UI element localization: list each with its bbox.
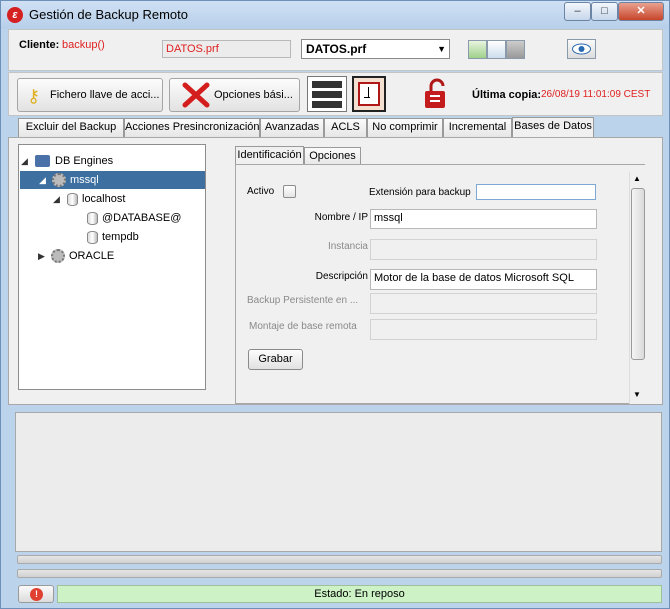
- tree-node-oracle[interactable]: ▶ ORACLE: [38, 247, 178, 265]
- profile-select[interactable]: DATOS.prf ▼: [301, 39, 450, 59]
- databases-panel: ◢ DB Engines ◢ mssql ◢ localhost @DATABA…: [8, 137, 663, 405]
- engine-gear-icon: [51, 249, 65, 264]
- tab-acciones[interactable]: Acciones Presincronización: [124, 118, 260, 137]
- basic-options-label: Opciones bási...: [214, 89, 293, 101]
- tree-node-localhost[interactable]: ◢ localhost: [53, 190, 193, 208]
- name-ip-input[interactable]: mssql: [370, 209, 597, 229]
- tree-node-root[interactable]: ◢ DB Engines: [21, 152, 201, 170]
- expand-down-icon: ◢: [53, 194, 60, 204]
- expand-down-icon: ◢: [39, 175, 46, 185]
- last-copy-label: Última copia:: [472, 89, 542, 101]
- tab-bases-de-datos[interactable]: Bases de Datos: [512, 117, 594, 137]
- key-file-button[interactable]: ⚷ Fichero llave de acci...: [17, 78, 163, 112]
- key-file-label: Fichero llave de acci...: [50, 89, 160, 101]
- chevron-down-icon: ▼: [437, 44, 446, 54]
- client-name: backup(): [62, 39, 105, 51]
- basic-options-button[interactable]: Opciones bási...: [169, 78, 300, 112]
- client-label: Cliente:: [19, 39, 60, 51]
- db-engine-tree[interactable]: ◢ DB Engines ◢ mssql ◢ localhost @DATABA…: [18, 144, 206, 390]
- remote-mount-input[interactable]: [370, 319, 597, 340]
- scrollbar-thumb[interactable]: [631, 188, 645, 360]
- title-bar[interactable]: ε Gestión de Backup Remoto – □ ✕: [1, 1, 669, 29]
- close-button[interactable]: ✕: [618, 2, 664, 21]
- tab-incremental[interactable]: Incremental: [443, 118, 512, 137]
- tree-node-mssql[interactable]: ◢ mssql: [20, 171, 205, 189]
- identification-form: Activo Extensión para backup Nombre / IP…: [235, 164, 645, 404]
- profile-select-value: DATOS.prf: [306, 42, 367, 56]
- name-ip-label: Nombre / IP: [314, 212, 368, 223]
- key-icon: ⚷: [27, 86, 41, 106]
- tab-avanzadas[interactable]: Avanzadas: [260, 118, 324, 137]
- check-file-icon[interactable]: [468, 40, 487, 59]
- tree-db1-label: @DATABASE@: [102, 212, 182, 224]
- backup-ext-input[interactable]: [476, 184, 596, 200]
- status-bar: Estado: En reposo: [57, 585, 662, 603]
- persistent-label: Backup Persistente en ...: [247, 295, 359, 306]
- minimize-button[interactable]: –: [564, 2, 591, 21]
- main-tabs: Excluir del Backup Acciones Presincroniz…: [8, 117, 663, 137]
- server-rack-icon[interactable]: [307, 76, 347, 112]
- expand-right-icon: ▶: [38, 251, 45, 261]
- stop-button[interactable]: !: [18, 585, 54, 603]
- tab-acls[interactable]: ACLS: [324, 118, 367, 137]
- tools-icon: [182, 82, 210, 108]
- window-title: Gestión de Backup Remoto: [29, 7, 188, 22]
- remote-mount-label: Montaje de base remota: [249, 321, 357, 332]
- scroll-down-icon[interactable]: ▼: [633, 390, 641, 399]
- backup-ext-label: Extensión para backup: [369, 187, 471, 198]
- app-logo-icon: ε: [7, 7, 23, 23]
- database-icon: [87, 230, 98, 244]
- active-checkbox[interactable]: [283, 185, 296, 198]
- description-input[interactable]: Motor de la base de datos Microsoft SQL: [370, 269, 597, 290]
- disk-icon[interactable]: [506, 40, 525, 59]
- active-label: Activo: [247, 186, 275, 197]
- save-button[interactable]: Grabar: [248, 349, 303, 370]
- tree-root-label: DB Engines: [55, 155, 114, 167]
- new-file-icon[interactable]: [487, 40, 506, 59]
- profile-file-field[interactable]: DATOS.prf: [162, 40, 291, 58]
- database-icon: [87, 211, 98, 225]
- tab-excluir[interactable]: Excluir del Backup: [18, 118, 124, 137]
- app-window: ε Gestión de Backup Remoto – □ ✕ Cliente…: [0, 0, 670, 609]
- tab-no-comprimir[interactable]: No comprimir: [367, 118, 443, 137]
- scroll-up-icon[interactable]: ▲: [633, 174, 641, 183]
- horizontal-scrollbar[interactable]: [17, 555, 662, 564]
- tree-node-database[interactable]: @DATABASE@: [87, 209, 197, 227]
- tree-node-tempdb[interactable]: tempdb: [87, 228, 197, 246]
- instance-label: Instancia: [327, 241, 368, 252]
- tree-mssql-label: mssql: [70, 174, 99, 186]
- server-icon: [67, 192, 78, 206]
- main-toolbar: ⚷ Fichero llave de acci... Opciones bási…: [8, 72, 663, 116]
- maximize-button[interactable]: □: [591, 2, 618, 21]
- tree-oracle-label: ORACLE: [69, 250, 115, 262]
- alert-icon: !: [30, 588, 43, 601]
- instance-input[interactable]: [370, 239, 597, 260]
- tab-identificacion[interactable]: Identificación: [235, 146, 304, 166]
- last-copy-value: 26/08/19 11:01:09 CEST: [541, 89, 651, 100]
- scheduler-icon[interactable]: [352, 76, 386, 112]
- client-bar: Cliente: backup() DATOS.prf DATOS.prf ▼: [8, 29, 663, 71]
- log-output-area[interactable]: [15, 412, 662, 552]
- engine-gear-icon: [52, 173, 66, 188]
- persistent-input[interactable]: [370, 293, 597, 314]
- tree-db2-label: tempdb: [102, 231, 139, 243]
- description-label: Descripción: [315, 271, 368, 282]
- tree-localhost-label: localhost: [82, 193, 126, 205]
- expand-down-icon: ◢: [21, 156, 28, 166]
- progress-bar: [17, 569, 662, 578]
- view-eye-icon[interactable]: [567, 39, 596, 59]
- unlocked-padlock-icon: [425, 78, 445, 108]
- form-scrollbar[interactable]: ▲ ▼: [629, 172, 645, 404]
- folder-icon: [35, 155, 50, 168]
